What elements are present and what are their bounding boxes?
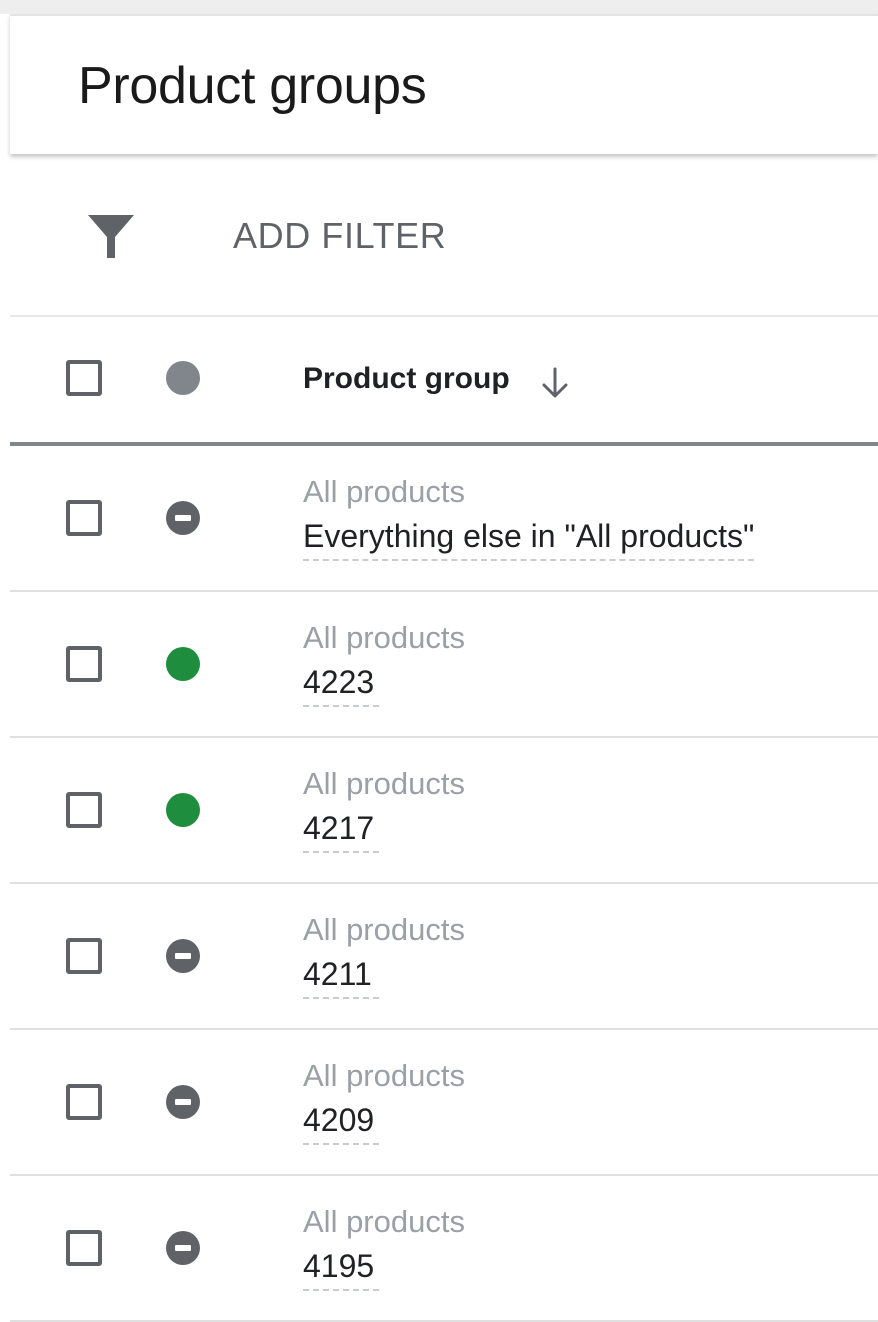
product-group-name[interactable]: 4223 <box>303 664 379 707</box>
status-paused-icon[interactable] <box>166 939 200 973</box>
status-enabled-icon[interactable] <box>166 647 200 681</box>
filter-bar: ADD FILTER <box>10 156 878 317</box>
product-group-name[interactable]: 4195 <box>303 1248 379 1291</box>
row-parent-label: All products <box>303 474 465 509</box>
row-parent-label: All products <box>303 620 465 655</box>
product-group-name[interactable]: 4209 <box>303 1102 379 1145</box>
row-parent-label: All products <box>303 1204 465 1239</box>
row-parent-label: All products <box>303 1058 465 1093</box>
table-header: Product group <box>10 316 878 446</box>
table-row[interactable]: All products 4195 <box>10 1176 878 1322</box>
arrow-down-icon[interactable] <box>540 366 570 400</box>
status-paused-icon[interactable] <box>166 501 200 535</box>
row-checkbox[interactable] <box>66 500 102 536</box>
product-group-name[interactable]: 4217 <box>303 810 379 853</box>
status-paused-icon[interactable] <box>166 1085 200 1119</box>
row-checkbox[interactable] <box>66 646 102 682</box>
add-filter-button[interactable]: ADD FILTER <box>233 215 446 257</box>
row-checkbox[interactable] <box>66 792 102 828</box>
table-row[interactable]: All products 4217 <box>10 738 878 884</box>
table-row[interactable]: All products 4211 <box>10 884 878 1030</box>
status-enabled-icon[interactable] <box>166 793 200 827</box>
table-row[interactable]: All products Everything else in "All prod… <box>10 446 878 592</box>
row-parent-label: All products <box>303 766 465 801</box>
status-header-icon <box>166 361 200 395</box>
page-header: Product groups <box>10 14 878 154</box>
top-strip <box>0 0 878 14</box>
product-groups-panel: Product groups ADD FILTER Product group … <box>10 14 878 1322</box>
filter-icon[interactable] <box>87 212 135 260</box>
product-group-name[interactable]: 4211 <box>303 956 379 999</box>
table-row[interactable]: All products 4209 <box>10 1030 878 1176</box>
table-row[interactable]: All products 4223 <box>10 592 878 738</box>
page-title: Product groups <box>78 57 427 115</box>
column-header-product-group[interactable]: Product group <box>303 362 510 396</box>
status-paused-icon[interactable] <box>166 1231 200 1265</box>
row-checkbox[interactable] <box>66 1230 102 1266</box>
row-checkbox[interactable] <box>66 938 102 974</box>
row-parent-label: All products <box>303 912 465 947</box>
select-all-checkbox[interactable] <box>66 360 102 396</box>
product-group-name[interactable]: Everything else in "All products" <box>303 518 755 561</box>
row-checkbox[interactable] <box>66 1084 102 1120</box>
